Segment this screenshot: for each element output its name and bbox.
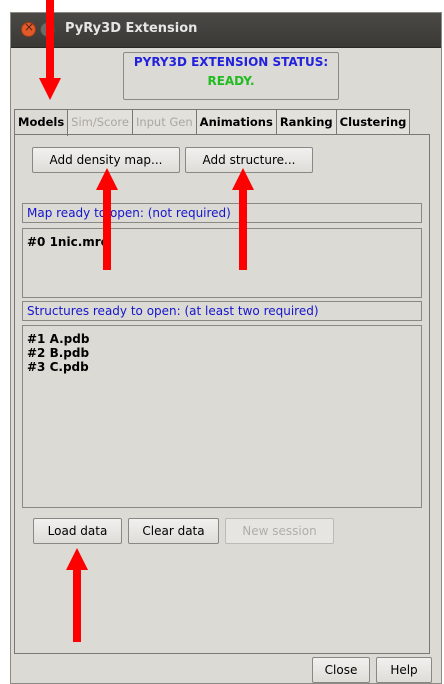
annotation-arrow-up-icon	[66, 548, 88, 570]
annotation-arrow-shaft	[73, 570, 81, 642]
list-item[interactable]: #3 C.pdb	[27, 360, 417, 374]
status-title: PYRY3D EXTENSION STATUS:	[133, 55, 329, 69]
help-button[interactable]: Help	[376, 657, 432, 683]
annotation-arrow-up-icon	[232, 168, 254, 190]
structures-section-header: Structures ready to open: (at least two …	[22, 301, 422, 321]
status-value: READY.	[207, 74, 255, 88]
clear-data-button[interactable]: Clear data	[128, 518, 219, 544]
annotation-arrow-shaft	[239, 190, 247, 270]
window-title: PyRy3D Extension	[65, 21, 198, 36]
tab-bar: Models Sim/Score Input Gen Animations Ra…	[14, 109, 411, 136]
status-box: PYRY3D EXTENSION STATUS: READY.	[123, 52, 339, 100]
tab-sim-score: Sim/Score	[67, 109, 133, 134]
annotation-arrow-down-icon	[39, 78, 61, 100]
annotation-arrow-shaft	[46, 0, 54, 78]
tab-ranking[interactable]: Ranking	[275, 109, 337, 134]
map-list[interactable]: #0 1nic.mrc	[22, 228, 422, 298]
tab-clustering[interactable]: Clustering	[335, 109, 411, 134]
tab-models[interactable]: Models	[14, 109, 69, 136]
list-item[interactable]: #0 1nic.mrc	[27, 235, 417, 249]
list-item[interactable]: #2 B.pdb	[27, 346, 417, 360]
map-section-header: Map ready to open: (not required)	[22, 203, 422, 223]
close-window-icon[interactable]	[21, 20, 36, 37]
tab-input-gen: Input Gen	[131, 109, 197, 134]
list-item[interactable]: #1 A.pdb	[27, 332, 417, 346]
load-data-button[interactable]: Load data	[33, 518, 122, 544]
close-button[interactable]: Close	[312, 657, 370, 683]
new-session-button: New session	[225, 518, 334, 544]
structures-list[interactable]: #1 A.pdb #2 B.pdb #3 C.pdb	[22, 325, 422, 508]
title-bar[interactable]: PyRy3D Extension	[11, 13, 441, 48]
tab-animations[interactable]: Animations	[195, 109, 277, 134]
annotation-arrow-shaft	[103, 190, 111, 270]
annotation-arrow-up-icon	[96, 168, 118, 190]
